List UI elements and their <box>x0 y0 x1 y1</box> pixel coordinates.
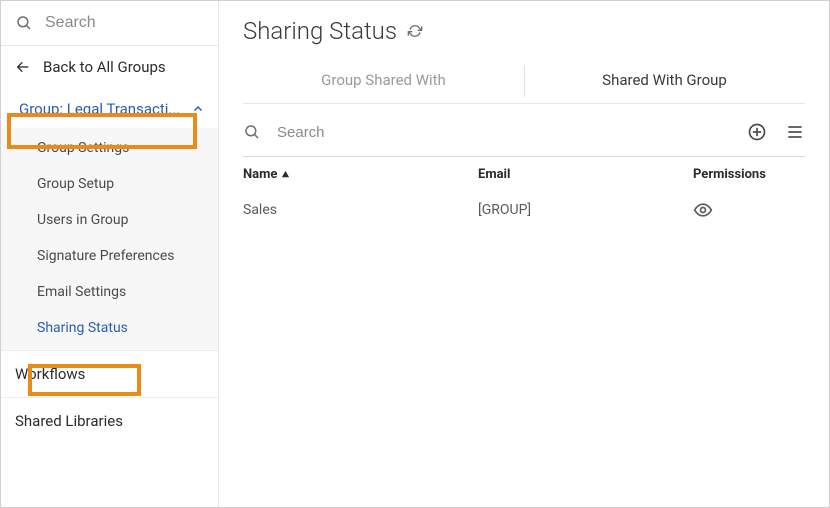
col-header-permissions[interactable]: Permissions <box>693 167 805 182</box>
search-icon <box>15 14 33 32</box>
tab-group-shared-with[interactable]: Group Shared With <box>243 59 524 103</box>
table-search-input[interactable] <box>275 123 733 142</box>
nav-email-settings[interactable]: Email Settings <box>1 274 218 310</box>
cell-permissions <box>693 200 805 220</box>
sort-asc-icon <box>281 170 290 179</box>
nav-users-in-group[interactable]: Users in Group <box>1 202 218 238</box>
search-icon <box>243 123 261 141</box>
page-title-row: Sharing Status <box>243 17 805 45</box>
nav-workflows[interactable]: Workflows <box>1 350 218 397</box>
chevron-up-icon <box>192 103 204 115</box>
eye-icon <box>693 200 805 220</box>
table-header: Name Email Permissions <box>243 157 805 190</box>
sidebar-search[interactable] <box>1 1 218 46</box>
nav-signature-preferences[interactable]: Signature Preferences <box>1 238 218 274</box>
table-toolbar <box>243 104 805 156</box>
group-header[interactable]: Group: Legal Transacti... <box>5 90 214 128</box>
nav-group-settings[interactable]: Group Settings <box>1 130 218 166</box>
group-nav: Group Settings Group Setup Users in Grou… <box>1 128 218 350</box>
app-frame: Back to All Groups Group: Legal Transact… <box>0 0 830 508</box>
nav-shared-libraries[interactable]: Shared Libraries <box>1 397 218 444</box>
table-row[interactable]: Sales [GROUP] <box>243 190 805 230</box>
menu-icon[interactable] <box>785 122 805 142</box>
group-header-label: Group: Legal Transacti... <box>19 100 180 118</box>
col-header-name[interactable]: Name <box>243 167 478 182</box>
nav-group-setup[interactable]: Group Setup <box>1 166 218 202</box>
main-content: Sharing Status Group Shared With Shared … <box>219 1 829 507</box>
nav-sharing-status[interactable]: Sharing Status <box>1 310 218 346</box>
arrow-left-icon <box>15 59 31 75</box>
cell-email: [GROUP] <box>478 202 693 218</box>
add-icon[interactable] <box>747 122 767 142</box>
col-header-email[interactable]: Email <box>478 167 693 182</box>
back-to-groups[interactable]: Back to All Groups <box>1 46 218 90</box>
refresh-icon[interactable] <box>407 23 423 39</box>
cell-name: Sales <box>243 202 478 218</box>
col-header-name-label: Name <box>243 167 277 182</box>
toolbar-actions <box>747 122 805 142</box>
tab-shared-with-group[interactable]: Shared With Group <box>524 59 805 103</box>
tabs: Group Shared With Shared With Group <box>243 59 805 104</box>
back-label: Back to All Groups <box>43 58 166 76</box>
page-title: Sharing Status <box>243 17 397 45</box>
sidebar: Back to All Groups Group: Legal Transact… <box>1 1 219 507</box>
